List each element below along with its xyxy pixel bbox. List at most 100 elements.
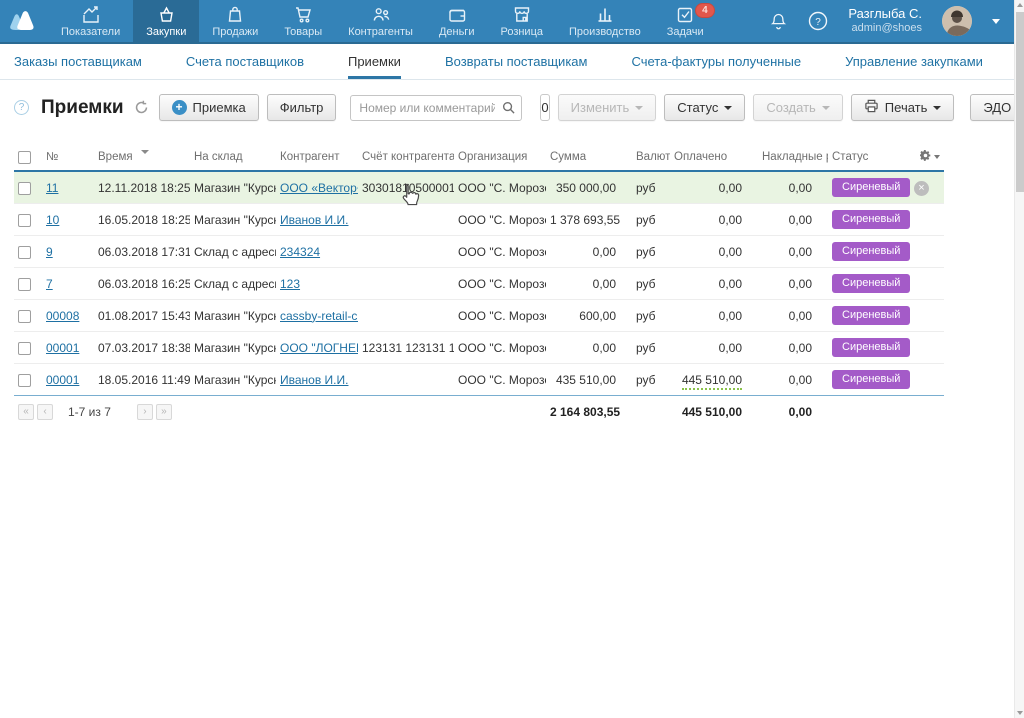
page-help-icon[interactable]: ? [14, 100, 29, 115]
columns-gear-icon[interactable] [920, 150, 931, 164]
create-doc-button[interactable]: Создать [753, 94, 842, 121]
chevron-down-icon [635, 106, 643, 110]
next-page-button[interactable]: › [137, 404, 153, 420]
status-badge[interactable]: Сиреневый [832, 338, 910, 357]
select-all-checkbox[interactable] [18, 151, 31, 164]
receipts-table: № Время На склад Контрагент Счёт контраг… [14, 144, 944, 426]
last-page-button[interactable]: » [156, 404, 172, 420]
agent-link[interactable]: ООО "ЛОГНЕКС" [280, 341, 358, 355]
filter-button[interactable]: Фильтр [267, 94, 337, 121]
agent-link[interactable]: 234324 [280, 245, 320, 259]
edit-button[interactable]: Изменить [558, 94, 657, 121]
status-badge[interactable]: Сиреневый [832, 210, 910, 229]
refresh-icon[interactable] [134, 100, 149, 115]
tab-supplier-invoices[interactable]: Счета поставщиков [186, 44, 304, 79]
nav-item-production[interactable]: Производство [556, 0, 654, 42]
print-button[interactable]: Печать [851, 94, 955, 121]
status-badge[interactable]: Сиреневый [832, 178, 910, 197]
factory-icon [594, 4, 616, 24]
table-row[interactable]: 9 06.03.2018 17:31 Склад с адресным х 23… [14, 236, 944, 268]
topbar-right: ? Разглыба С. admin@shoes [769, 0, 1024, 42]
col-paid[interactable]: Оплачено [670, 144, 758, 171]
row-checkbox[interactable] [18, 342, 31, 355]
remove-row-icon[interactable]: × [914, 181, 929, 196]
user-avatar[interactable] [942, 6, 972, 36]
scroll-up-icon[interactable] [1017, 3, 1023, 7]
row-checkbox[interactable] [18, 278, 31, 291]
row-checkbox[interactable] [18, 182, 31, 195]
col-status[interactable]: Статус [828, 144, 910, 171]
table-row[interactable]: 11 12.11.2018 18:25 Магазин "Курская" ОО… [14, 171, 944, 204]
receipt-number-link[interactable]: 7 [46, 277, 53, 291]
col-overhead[interactable]: Накладные рас... [758, 144, 828, 171]
table-row[interactable]: 00001 18.05.2016 11:49 Магазин "Курская"… [14, 364, 944, 396]
agent-link[interactable]: Иванов И.И. [280, 213, 348, 227]
nav-item-indicators[interactable]: Показатели [48, 0, 133, 42]
agent-link[interactable]: ООО «Вектор+» [280, 181, 358, 195]
help-circle-icon[interactable]: ? [808, 11, 828, 31]
tab-received-vat-invoices[interactable]: Счета-фактуры полученные [631, 44, 801, 79]
col-settings[interactable] [910, 144, 944, 171]
scroll-down-icon[interactable] [1017, 711, 1023, 715]
row-checkbox[interactable] [18, 246, 31, 259]
moysklad-logo-icon[interactable] [0, 0, 48, 42]
agent-link[interactable]: Иванов И.И. [280, 373, 348, 387]
agent-link[interactable]: 123 [280, 277, 300, 291]
status-badge[interactable]: Сиреневый [832, 306, 910, 325]
tab-purchase-management[interactable]: Управление закупками [845, 44, 983, 79]
nav-item-goods[interactable]: Товары [271, 0, 335, 42]
nav-item-retail[interactable]: Розница [487, 0, 556, 42]
col-warehouse[interactable]: На склад [190, 144, 276, 171]
prev-page-button[interactable]: ‹ [37, 404, 53, 420]
user-menu-caret-icon[interactable] [992, 19, 1000, 24]
col-account[interactable]: Счёт контрагента [358, 144, 454, 171]
new-receipt-button[interactable]: + Приемка [159, 94, 259, 121]
user-info[interactable]: Разглыба С. admin@shoes [848, 6, 922, 36]
col-currency[interactable]: Валюта [632, 144, 670, 171]
nav-item-tasks[interactable]: Задачи 4 [654, 0, 717, 42]
status-badge[interactable]: Сиреневый [832, 370, 910, 389]
row-checkbox[interactable] [18, 214, 31, 227]
receipt-number-link[interactable]: 10 [46, 213, 59, 227]
tab-supplier-returns[interactable]: Возвраты поставщикам [445, 44, 588, 79]
store-icon [511, 4, 533, 24]
nav-item-money[interactable]: Деньги [426, 0, 488, 42]
bag-icon [224, 4, 246, 24]
nav-item-sales[interactable]: Продажи [199, 0, 271, 42]
agent-link[interactable]: cassby-retail-custo... [280, 309, 358, 323]
col-time[interactable]: Время [94, 144, 190, 171]
tab-receipts[interactable]: Приемки [348, 44, 401, 79]
table-row[interactable]: 10 16.05.2018 18:25 Магазин "Курская" Ив… [14, 204, 944, 236]
receipt-number-link[interactable]: 9 [46, 245, 53, 259]
search-input[interactable] [350, 95, 522, 121]
chevron-down-icon [934, 155, 940, 159]
vertical-scrollbar[interactable] [1014, 0, 1024, 718]
col-sum[interactable]: Сумма [546, 144, 632, 171]
main-nav: Показатели Закупки Продажи [48, 0, 717, 42]
table-row[interactable]: 7 06.03.2018 16:25 Склад с адресным х 12… [14, 268, 944, 300]
receipt-number-link[interactable]: 11 [46, 181, 58, 195]
table-row[interactable]: 00008 01.08.2017 15:43 Магазин "Курская"… [14, 300, 944, 332]
sort-desc-icon [141, 150, 149, 154]
wallet-icon [446, 4, 468, 24]
scrollbar-thumb[interactable] [1016, 12, 1024, 192]
status-badge[interactable]: Сиреневый [832, 274, 910, 293]
tab-supplier-orders[interactable]: Заказы поставщикам [14, 44, 142, 79]
receipt-number-link[interactable]: 00001 [46, 341, 79, 355]
col-agent[interactable]: Контрагент [276, 144, 358, 171]
receipt-number-link[interactable]: 00001 [46, 373, 79, 387]
receipt-number-link[interactable]: 00008 [46, 309, 79, 323]
row-checkbox[interactable] [18, 374, 31, 387]
row-checkbox[interactable] [18, 310, 31, 323]
col-number[interactable]: № [42, 144, 94, 171]
status-badge[interactable]: Сиреневый [832, 242, 910, 261]
nav-item-counterparties[interactable]: Контрагенты [335, 0, 426, 42]
first-page-button[interactable]: « [18, 404, 34, 420]
search-icon[interactable] [502, 101, 515, 119]
notifications-bell-icon[interactable] [769, 11, 788, 31]
nav-item-purchases[interactable]: Закупки [133, 0, 199, 42]
col-org[interactable]: Организация [454, 144, 546, 171]
status-button[interactable]: Статус [664, 94, 745, 121]
top-navigation-bar: Показатели Закупки Продажи [0, 0, 1024, 44]
table-row[interactable]: 00001 07.03.2017 18:38 Магазин "Курская"… [14, 332, 944, 364]
